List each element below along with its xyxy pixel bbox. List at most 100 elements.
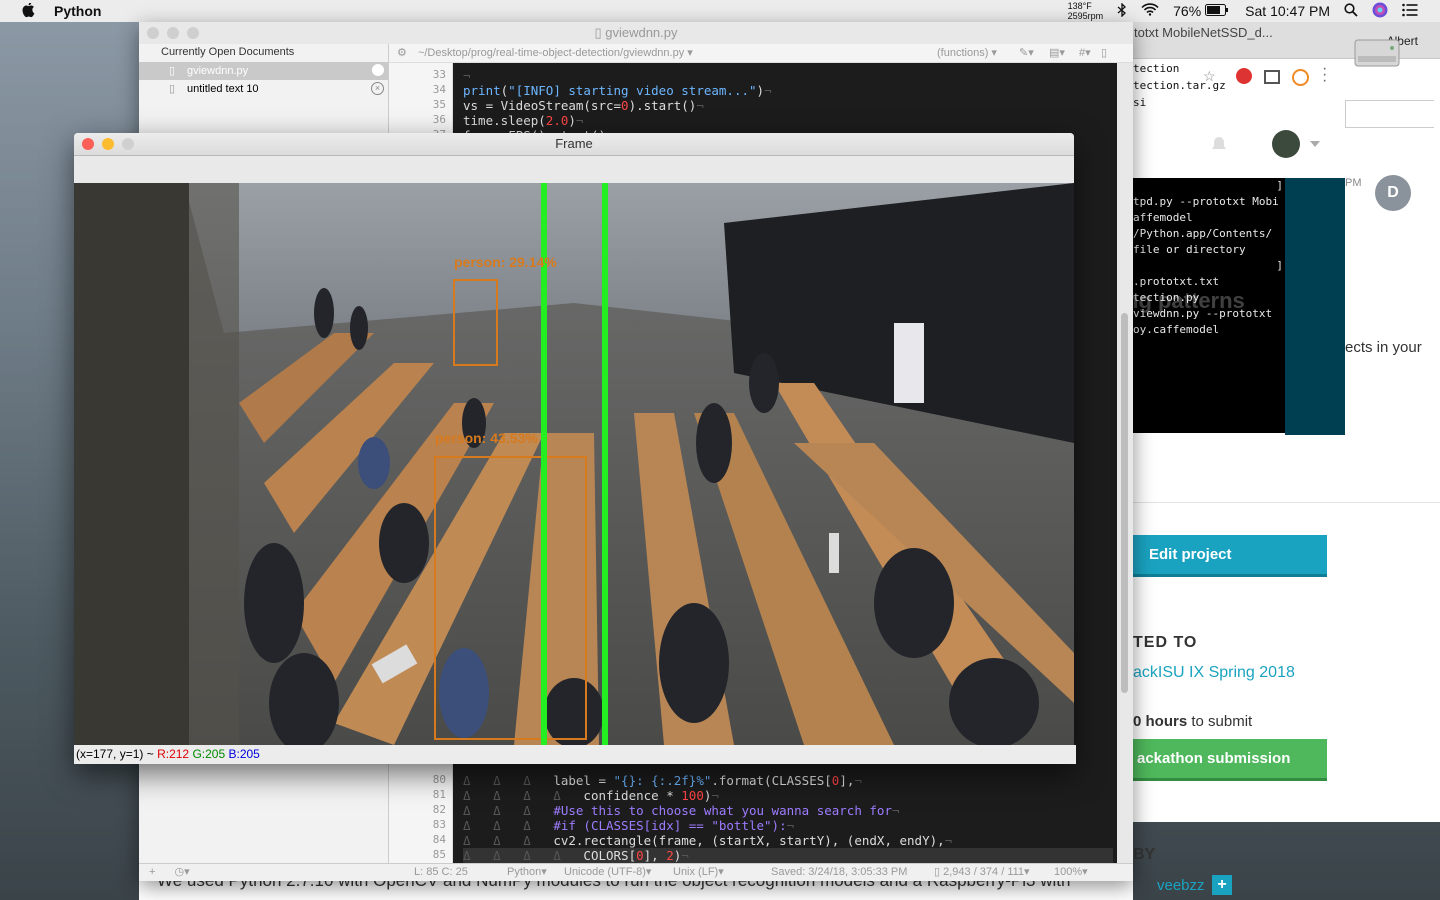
line-number: 82 [432,803,446,816]
document-item[interactable]: ▯ gviewdnn.py [139,62,388,80]
red-value: R:212 [157,747,190,761]
code-line: Δ Δ Δ cv2.rectangle(frame, (startX, star… [463,833,953,848]
stack-icon[interactable]: ▤▾ [1049,44,1065,62]
timer-icon[interactable] [1292,69,1309,86]
terminal-line: ] [1276,179,1283,192]
saved-timestamp: Saved: 3/24/18, 3:05:33 PM [771,866,908,878]
close-document-icon[interactable] [372,64,384,76]
pixel-readout: (x=177, y=1) ~ R:212 G:205 B:205 [74,745,1076,764]
line-endings-menu[interactable]: Unix (LF)▾ [673,864,724,881]
bluetooth-icon[interactable] [1117,1,1127,20]
close-button[interactable] [147,27,159,39]
hackathon-link[interactable]: ackISU IX Spring 2018 [1133,664,1295,682]
extension-icon[interactable] [1236,68,1252,84]
green-value: G:205 [192,747,226,761]
zoom-button[interactable] [187,27,199,39]
code-line: ¬ [463,68,471,83]
siri-icon[interactable] [1372,2,1388,21]
zoom-button[interactable] [122,138,134,150]
hackathon-submission-button[interactable]: ackathon submission [1133,739,1327,781]
frame-title-bar: Frame [74,133,1074,156]
page-search-input[interactable] [1345,100,1434,128]
line-endings-label: Unix (LF) [673,866,719,878]
line-number: 33 [432,68,446,81]
camera-feed[interactable]: person: 29.14% person: 43.53% [74,183,1074,745]
encoding-menu[interactable]: Unicode (UTF-8)▾ [564,864,651,881]
battery-percent[interactable]: 76% [1173,3,1201,19]
hash-icon[interactable]: #▾ [1079,44,1091,62]
zoom-label: 100% [1054,866,1083,878]
clock[interactable]: Sat 10:47 PM [1245,3,1330,19]
terminal-line: si [1133,96,1147,109]
spotlight-search-icon[interactable] [1344,2,1358,20]
scrollbar-thumb[interactable] [1121,313,1128,693]
follow-plus-button[interactable]: + [1212,875,1232,895]
disk-drive-icon[interactable] [1352,30,1402,76]
encoding-label: Unicode (UTF-8) [564,866,646,878]
terminal-line: /Python.app/Contents/ [1133,227,1273,240]
add-icon[interactable]: + [149,866,155,878]
member-username[interactable]: veebzz [1157,877,1205,894]
code-line: Δ Δ Δ #if (CLASSES[idx] == "bottle"):¬ [463,818,795,833]
editor-scrollbar[interactable] [1117,63,1133,863]
menu-bar: Python 138°F 2595rpm 76% Sat 10:47 PM [0,0,1440,22]
gear-icon[interactable]: ⚙ [397,47,407,59]
line-number: 36 [432,113,446,126]
timestamp-fragment: PM [1345,177,1362,189]
app-name[interactable]: Python [54,3,101,19]
close-document-icon[interactable]: × [371,82,384,95]
edit-project-button[interactable]: Edit project [1133,535,1327,577]
code-line: Δ Δ Δ #Use this to choose what you wanna… [463,803,900,818]
code-line: Δ Δ Δ label = "{}: {:.2f}%".format(CLASS… [463,773,862,788]
video-frame-window: Frame person: 29.14% person: 43.53% (x=1… [74,133,1076,764]
line-number: 84 [432,833,446,846]
more-menu-icon[interactable]: · · · [1322,61,1327,89]
cast-icon[interactable] [1264,70,1280,84]
wifi-icon[interactable] [1141,3,1159,19]
cursor-position[interactable]: L: 85 C: 25 [414,864,468,881]
document-stats[interactable]: ▯ 2,943 / 374 / 111▾ [934,864,1030,881]
minimize-button[interactable] [102,138,114,150]
divider [1133,502,1440,503]
document-icon: ▯ [594,25,606,40]
editor-title: gviewdnn.py [605,25,678,40]
detection-label: person: 43.53% [435,430,538,446]
submitted-to-heading: TED TO [1133,634,1198,651]
page-icon[interactable]: ▯ [1101,44,1107,62]
minimize-button[interactable] [167,27,179,39]
document-name: untitled text 10 [187,83,259,95]
bell-icon[interactable] [1210,135,1228,158]
code-line: Δ Δ Δ Δ confidence * 100)¬ [463,788,719,803]
editor-navigation-bar: ⚙ ~/Desktop/prog/real-time-object-detect… [389,44,1133,63]
star-icon[interactable]: ☆ [1203,68,1216,85]
file-path[interactable]: ~/Desktop/prog/real-time-object-detectio… [418,47,684,59]
camera-image [74,183,1074,745]
temperature-readout[interactable]: 138°F 2595rpm [1068,1,1104,21]
terminal-line: oy.caffemodel [1133,323,1220,336]
teal-banner [1285,178,1345,435]
terminal-line: ] [1276,259,1283,272]
zoom-menu[interactable]: 100%▾ [1054,864,1088,881]
pixel-coords: (x=177, y=1) ~ [76,747,154,761]
line-number: 81 [432,788,446,801]
apple-icon[interactable] [20,2,38,20]
language-menu[interactable]: Python▾ [507,864,547,881]
built-by-heading: BY [1133,846,1156,863]
user-avatar[interactable] [1272,130,1300,158]
clock-icon[interactable]: ◷▾ [175,866,190,878]
user-avatar-d[interactable]: D [1375,175,1411,211]
chevron-down-icon[interactable] [1310,141,1320,147]
line-number: 85 [432,848,446,861]
document-item[interactable]: ▯ untitled text 10 × [139,80,388,98]
hours-value: 0 hours [1133,713,1188,730]
battery-icon[interactable] [1205,3,1229,19]
chevron-down-icon: ▾ [684,47,693,59]
functions-menu[interactable]: (functions) ▾ [937,44,997,62]
marker-icon[interactable]: ✎▾ [1019,44,1034,62]
fan-rpm: 2595rpm [1067,11,1104,21]
close-button[interactable] [82,138,94,150]
notification-center-icon[interactable] [1402,3,1418,20]
code-line: Δ Δ Δ Δ COLORS[0], 2)¬ [463,848,1113,863]
terminal-line: affemodel [1133,211,1193,224]
browser-tab[interactable]: totxt MobileNetSSD_d... [1134,25,1273,40]
